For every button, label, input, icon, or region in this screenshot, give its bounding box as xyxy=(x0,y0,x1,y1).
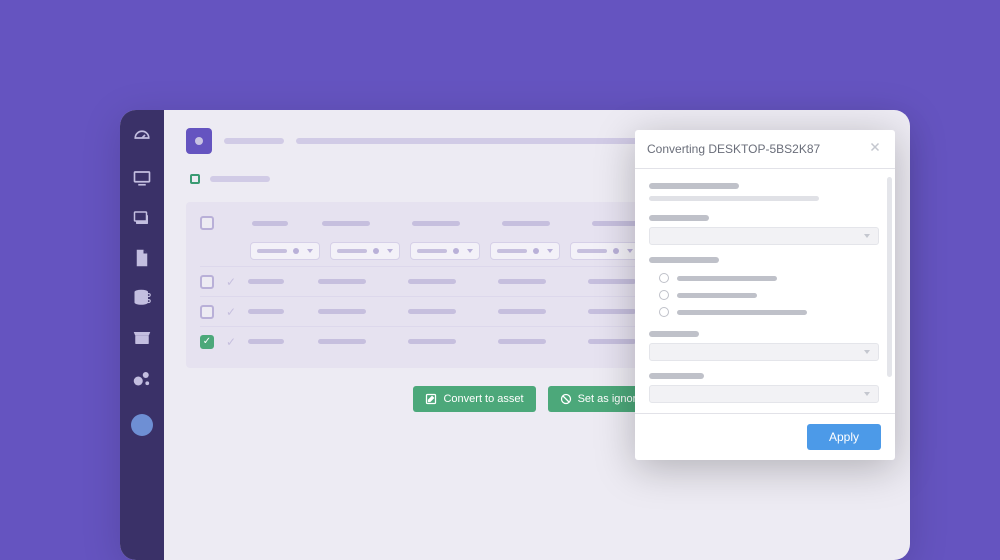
chevron-down-icon xyxy=(864,392,870,396)
cell xyxy=(318,279,366,284)
sidebar-item-dashboard[interactable] xyxy=(131,128,153,148)
radio-icon xyxy=(659,290,669,300)
field-label xyxy=(649,373,704,379)
apply-button[interactable]: Apply xyxy=(807,424,881,450)
dashboard-icon xyxy=(133,129,151,147)
check-icon: ✓ xyxy=(226,305,236,319)
cell xyxy=(498,339,546,344)
filter-dropdown[interactable] xyxy=(410,242,480,260)
select-all-checkbox[interactable] xyxy=(200,216,214,230)
radio-option[interactable] xyxy=(649,307,879,317)
cell xyxy=(498,279,546,284)
column-header xyxy=(412,221,460,226)
close-icon xyxy=(869,141,881,153)
cell xyxy=(588,339,636,344)
field-description xyxy=(649,196,819,201)
cell xyxy=(248,339,284,344)
dialog-title: Converting DESKTOP-5BS2K87 xyxy=(647,142,820,156)
sidebar xyxy=(120,110,164,560)
cell xyxy=(408,309,456,314)
cell xyxy=(408,279,456,284)
dropdown-field[interactable] xyxy=(649,227,879,245)
field-label xyxy=(649,257,719,263)
database-icon xyxy=(133,289,151,307)
stack-icon xyxy=(133,210,151,226)
row-checkbox[interactable] xyxy=(200,275,214,289)
cell xyxy=(588,309,636,314)
button-label: Convert to asset xyxy=(443,393,523,405)
dropdown-field[interactable] xyxy=(649,385,879,403)
filter-dropdown[interactable] xyxy=(330,242,400,260)
radio-option[interactable] xyxy=(649,273,879,283)
column-header xyxy=(322,221,370,226)
filter-dropdown[interactable] xyxy=(250,242,320,260)
column-header xyxy=(252,221,288,226)
cell xyxy=(498,309,546,314)
archive-icon xyxy=(133,331,151,345)
sidebar-item-database[interactable] xyxy=(131,288,153,308)
sidebar-item-stack[interactable] xyxy=(131,208,153,228)
convert-to-asset-button[interactable]: Convert to asset xyxy=(413,386,535,412)
filter-dropdown[interactable] xyxy=(570,242,640,260)
user-avatar[interactable] xyxy=(131,414,153,436)
chevron-down-icon xyxy=(864,234,870,238)
radio-icon xyxy=(659,307,669,317)
cell xyxy=(318,339,366,344)
cell xyxy=(318,309,366,314)
dialog-header: Converting DESKTOP-5BS2K87 xyxy=(635,130,895,169)
radio-option[interactable] xyxy=(649,290,879,300)
cell xyxy=(248,309,284,314)
dialog-body xyxy=(635,169,895,413)
placeholder-line xyxy=(210,176,270,182)
row-checkbox[interactable] xyxy=(200,335,214,349)
edit-icon xyxy=(425,393,437,405)
check-icon: ✓ xyxy=(226,275,236,289)
dropdown-field[interactable] xyxy=(649,343,879,361)
placeholder-line xyxy=(224,138,284,144)
radio-label xyxy=(677,293,757,298)
radio-label xyxy=(677,276,777,281)
button-label: Apply xyxy=(829,430,859,444)
check-icon: ✓ xyxy=(226,335,236,349)
dialog-close-button[interactable] xyxy=(867,140,883,158)
sidebar-item-document[interactable] xyxy=(131,248,153,268)
page-icon-badge xyxy=(186,128,212,154)
bubbles-icon xyxy=(133,369,151,387)
sidebar-item-archive[interactable] xyxy=(131,328,153,348)
sidebar-item-bubbles[interactable] xyxy=(131,368,153,388)
dialog-footer: Apply xyxy=(635,413,895,460)
radio-icon xyxy=(659,273,669,283)
cell xyxy=(248,279,284,284)
dialog-scrollbar[interactable] xyxy=(887,177,892,377)
field-label xyxy=(649,331,699,337)
convert-dialog: Converting DESKTOP-5BS2K87 Apply xyxy=(635,130,895,460)
status-square-icon xyxy=(190,174,200,184)
desktop-icon xyxy=(133,170,151,186)
column-header xyxy=(502,221,550,226)
chevron-down-icon xyxy=(864,350,870,354)
cell xyxy=(408,339,456,344)
field-label xyxy=(649,215,709,221)
column-header xyxy=(592,221,640,226)
sidebar-item-desktop[interactable] xyxy=(131,168,153,188)
document-icon xyxy=(135,249,149,267)
field-label xyxy=(649,183,739,189)
row-checkbox[interactable] xyxy=(200,305,214,319)
cell xyxy=(588,279,636,284)
ban-icon xyxy=(560,393,572,405)
filter-dropdown[interactable] xyxy=(490,242,560,260)
radio-label xyxy=(677,310,807,315)
